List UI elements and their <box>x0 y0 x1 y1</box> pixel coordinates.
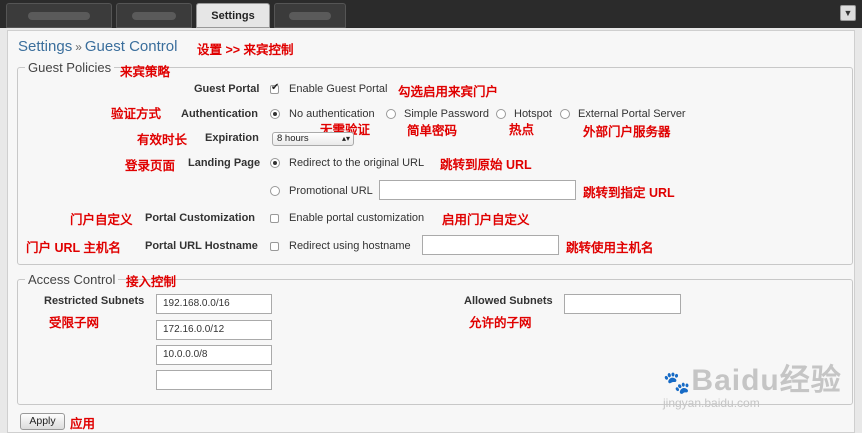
restricted-subnet-input-2[interactable]: 172.16.0.0/12 <box>156 320 272 340</box>
annotation-landing: 登录页面 <box>125 159 176 173</box>
portal-customization-label: Portal Customization <box>145 212 256 224</box>
allowed-subnets-label: Allowed Subnets <box>464 295 553 307</box>
promotional-url-input[interactable] <box>379 180 576 200</box>
portal-customization-option: Enable portal customization <box>289 212 425 224</box>
watermark-url: jingyan.baidu.com <box>663 396 760 410</box>
annotation-crumb: 设置 >> 来宾控制 <box>197 43 294 57</box>
breadcrumb-current: Guest Control <box>84 38 178 55</box>
landing-option-redirect: Redirect to the original URL <box>289 157 425 169</box>
tab-settings[interactable]: Settings <box>196 3 270 28</box>
annotation-allowed: 允许的子网 <box>469 316 532 330</box>
annotation-custom-left: 门户自定义 <box>70 213 133 227</box>
annotation-enable-portal: 勾选启用来宾门户 <box>398 85 499 99</box>
landing-radio-redirect[interactable] <box>270 158 280 168</box>
landing-radio-promotional[interactable] <box>270 186 280 196</box>
guest-portal-option: Enable Guest Portal <box>289 83 388 95</box>
expiration-value: 8 hours <box>277 133 309 144</box>
annotation-policies: 来宾策略 <box>120 65 171 79</box>
select-arrow-icon: ▴▾ <box>341 134 350 143</box>
annotation-simple-password: 简单密码 <box>407 124 458 138</box>
annotation-redirect: 跳转到原始 URL <box>440 158 532 172</box>
breadcrumb-separator: » <box>75 40 82 54</box>
guest-policies-legend: Guest Policies <box>25 60 115 75</box>
guest-portal-checkbox[interactable] <box>270 82 279 94</box>
restricted-subnet-input-1[interactable]: 192.168.0.0/16 <box>156 294 272 314</box>
landing-option-promotional: Promotional URL <box>289 185 373 197</box>
auth-radio-hotspot[interactable] <box>496 109 506 119</box>
access-control-legend: Access Control <box>25 272 119 287</box>
chevron-down-icon[interactable]: ▼ <box>840 5 856 21</box>
auth-option-simple-password: Simple Password <box>404 108 489 120</box>
breadcrumb-root[interactable]: Settings <box>18 38 72 55</box>
apply-button[interactable]: Apply <box>20 413 65 430</box>
annotation-external: 外部门户服务器 <box>583 125 671 139</box>
guest-portal-label: Guest Portal <box>194 83 260 95</box>
annotation-promo: 跳转到指定 URL <box>583 186 675 200</box>
portal-customization-checkbox[interactable] <box>270 214 279 223</box>
portal-hostname-checkbox[interactable] <box>270 242 279 251</box>
annotation-custom-right: 启用门户自定义 <box>442 213 530 227</box>
tab-blurred-1[interactable] <box>6 3 112 28</box>
annotation-hostname-right: 跳转使用主机名 <box>566 241 654 255</box>
watermark-logo: 🐾Baidu经验 <box>663 364 842 397</box>
restricted-subnets-label: Restricted Subnets <box>44 295 145 307</box>
paw-icon: 🐾 <box>663 370 692 395</box>
portal-hostname-input[interactable] <box>422 235 559 255</box>
landing-page-label: Landing Page <box>188 157 261 169</box>
annotation-access: 接入控制 <box>126 275 177 289</box>
allowed-subnet-input[interactable] <box>564 294 681 314</box>
annotation-restricted: 受限子网 <box>49 316 100 330</box>
tab-blurred-2[interactable] <box>116 3 192 28</box>
expiration-label: Expiration <box>205 132 259 144</box>
authentication-label: Authentication <box>181 108 258 120</box>
auth-radio-external[interactable] <box>560 109 570 119</box>
annotation-apply: 应用 <box>70 417 96 431</box>
annotation-hostname-left: 门户 URL 主机名 <box>26 241 121 255</box>
restricted-subnet-input-3[interactable]: 10.0.0.0/8 <box>156 345 272 365</box>
auth-option-external: External Portal Server <box>578 108 686 120</box>
annotation-auth-method: 验证方式 <box>111 107 162 121</box>
portal-hostname-option: Redirect using hostname <box>289 240 411 252</box>
tab-blurred-3[interactable] <box>274 3 346 28</box>
auth-radio-none[interactable] <box>270 109 280 119</box>
breadcrumb: Settings» Guest Control <box>18 38 177 55</box>
expiration-select[interactable]: 8 hours ▴▾ <box>272 132 354 146</box>
annotation-hotspot: 热点 <box>509 123 535 137</box>
annotation-expiration: 有效时长 <box>137 133 188 147</box>
auth-radio-simple-password[interactable] <box>386 109 396 119</box>
portal-hostname-label: Portal URL Hostname <box>145 240 258 252</box>
restricted-subnet-input-4[interactable] <box>156 370 272 390</box>
